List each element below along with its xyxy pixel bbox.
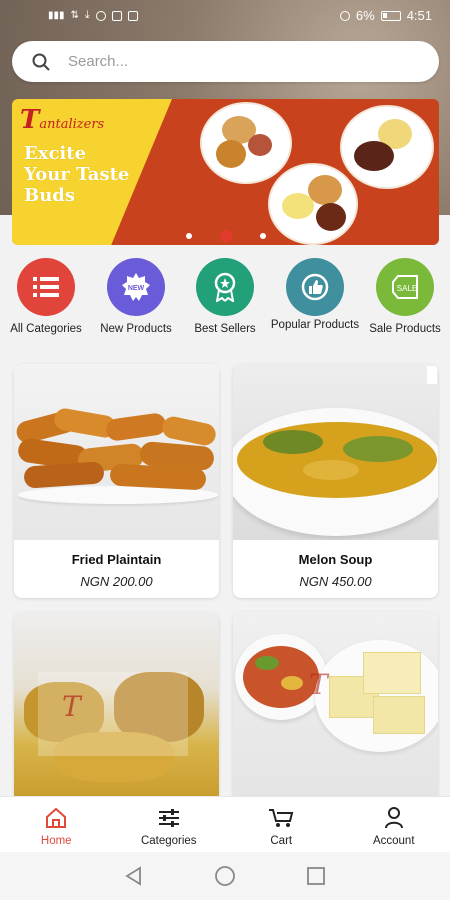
home-icon <box>46 808 67 828</box>
search-input[interactable] <box>66 52 390 71</box>
bottom-tab-bar: Home Categories Cart Account <box>0 796 450 853</box>
product-name: Fried Plaintain <box>71 552 162 567</box>
back-icon[interactable] <box>124 866 144 886</box>
food-plate-image <box>342 107 432 187</box>
product-image-fried-plantain <box>14 364 219 540</box>
carousel-dot[interactable] <box>185 233 192 239</box>
tab-home[interactable]: Home <box>0 797 113 853</box>
product-card[interactable]: T <box>14 612 219 802</box>
carousel-indicator <box>12 230 439 242</box>
category-label: All Categories <box>10 323 82 335</box>
tab-cart[interactable]: Cart <box>225 797 338 853</box>
recents-icon[interactable] <box>306 866 326 886</box>
sliders-icon <box>158 809 179 827</box>
category-label: Popular Products <box>270 319 360 331</box>
status-icons-left: ▮▮▮ ⇅ ⤓ <box>48 9 138 22</box>
search-bar[interactable] <box>12 41 439 82</box>
system-navigation-bar <box>0 852 450 900</box>
product-image-yam-porridge: T <box>14 612 219 802</box>
svg-text:SALE: SALE <box>397 284 417 293</box>
tab-label: Home <box>40 835 72 847</box>
status-icons-right: 6% 4:51 <box>339 8 432 23</box>
tab-label: Categories <box>140 835 197 847</box>
category-all[interactable]: All Categories <box>1 258 91 336</box>
promo-banner[interactable]: Tantalizers Excite Your Taste Buds <box>12 99 439 245</box>
banner-tagline: Excite Your Taste Buds <box>24 143 130 206</box>
category-sale[interactable]: SALE Sale Products <box>360 258 450 336</box>
product-card[interactable]: T <box>233 612 438 802</box>
data-icon: ⇅ <box>70 10 79 21</box>
product-price: NGN 450.00 <box>299 574 372 589</box>
category-best-sellers[interactable]: Best Sellers <box>180 258 270 336</box>
product-name: Melon Soup <box>298 552 373 567</box>
product-image-melon-soup <box>233 364 438 540</box>
new-badge-icon: NEW <box>107 258 165 316</box>
search-icon <box>32 53 50 71</box>
status-bar: ▮▮▮ ⇅ ⤓ 6% 4:51 <box>0 0 450 32</box>
brand-logo: Tantalizers <box>20 105 105 135</box>
category-new[interactable]: NEW New Products <box>91 258 181 336</box>
category-shortcuts: All Categories NEW New Products Best Sel… <box>0 258 450 350</box>
user-icon <box>384 807 403 829</box>
download-icon: ⤓ <box>84 9 90 21</box>
home-circle-icon[interactable] <box>214 865 236 887</box>
tab-label: Account <box>372 835 415 847</box>
carousel-dot[interactable] <box>259 233 266 239</box>
category-label: Sale Products <box>369 323 441 335</box>
product-image-pepper-soup-yam: T <box>233 612 438 802</box>
tab-account[interactable]: Account <box>338 797 450 853</box>
category-label: New Products <box>100 323 172 335</box>
battery-percent: 6% <box>355 8 375 23</box>
sale-tag-icon: SALE <box>376 258 434 316</box>
list-icon <box>17 258 75 316</box>
facebook-icon <box>127 10 138 21</box>
tab-categories[interactable]: Categories <box>113 797 226 853</box>
alarm-icon <box>339 10 350 21</box>
food-plate-image <box>202 104 290 182</box>
product-card[interactable]: Fried Plaintain NGN 200.00 <box>14 364 219 598</box>
award-ribbon-icon <box>196 258 254 316</box>
clock: 4:51 <box>406 8 432 23</box>
category-label: Best Sellers <box>194 323 256 335</box>
carousel-dot-active[interactable] <box>219 230 232 242</box>
cart-icon <box>269 809 294 827</box>
svg-text:NEW: NEW <box>128 285 145 292</box>
whatsapp-icon <box>95 10 106 21</box>
category-popular[interactable]: Popular Products <box>270 258 360 332</box>
battery-icon <box>380 10 401 21</box>
tab-label: Cart <box>270 835 293 847</box>
image-icon <box>111 10 122 21</box>
product-card[interactable]: Melon Soup NGN 450.00 <box>233 364 438 598</box>
thumbs-up-badge-icon <box>286 258 344 316</box>
product-price: NGN 200.00 <box>80 574 153 589</box>
signal-icon: ▮▮▮ <box>48 10 65 21</box>
